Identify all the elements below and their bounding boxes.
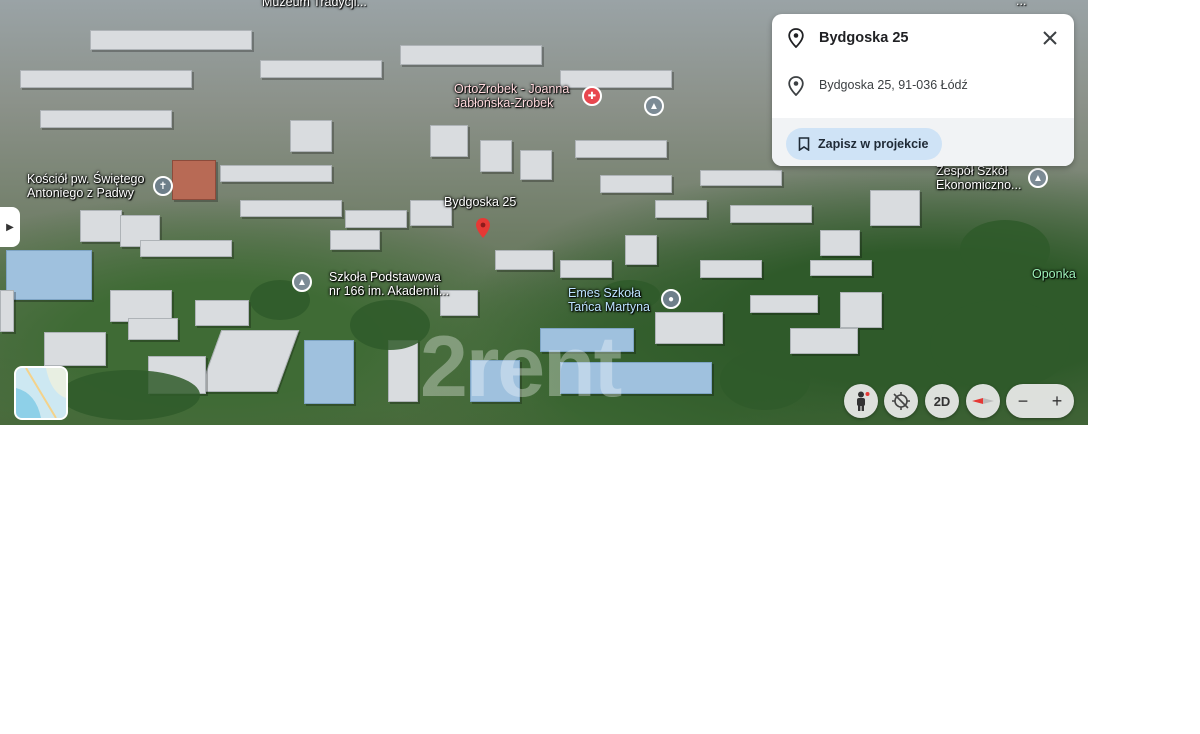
map-building	[140, 240, 232, 257]
card-title-row: Bydgoska 25	[772, 14, 1074, 62]
map-building	[560, 70, 672, 88]
close-icon[interactable]	[1038, 26, 1062, 50]
view-2d-button[interactable]: 2D	[925, 384, 959, 418]
place-info-card: Bydgoska 25 Bydgoska 25, 91-036 Łódź Zap…	[772, 14, 1074, 166]
side-panel-toggle[interactable]: ▶	[0, 207, 20, 247]
map-label-ortodent-line1: OrtoZrobek - Joanna	[454, 82, 570, 96]
map-label-dance-line1: Emes Szkoła	[568, 286, 641, 300]
map-building	[304, 340, 354, 404]
save-to-project-label: Zapisz w projekcie	[818, 137, 929, 151]
map-trees	[350, 300, 430, 350]
church-icon[interactable]: ✝	[153, 176, 173, 196]
card-footer: Zapisz w projekcie	[772, 118, 1074, 166]
map-building	[290, 120, 332, 152]
map-building	[810, 260, 872, 276]
map-building	[400, 45, 542, 65]
map-building	[330, 230, 380, 250]
map-trees	[720, 350, 810, 410]
map-layer-switcher[interactable]	[14, 366, 68, 420]
street-view-button[interactable]	[844, 384, 878, 418]
pegman-icon	[857, 391, 870, 411]
school-icon[interactable]: ▲	[1028, 168, 1048, 188]
map-building	[700, 170, 782, 186]
zoom-in-button[interactable]: +	[1040, 391, 1074, 412]
compass-icon	[972, 398, 994, 404]
map-building	[575, 140, 667, 158]
map-building	[730, 205, 812, 223]
compass-button[interactable]	[966, 384, 1000, 418]
map-label-ortodent-line2: Jabłońska-Zrobek	[454, 96, 554, 110]
map-trees	[930, 300, 1070, 390]
map-label-ortodent[interactable]: OrtoZrobek - Joanna Jabłońska-Zrobek	[454, 82, 569, 110]
school-icon[interactable]: ▲	[292, 272, 312, 292]
map-building	[40, 110, 172, 128]
card-address: Bydgoska 25, 91-036 Łódź	[819, 78, 968, 92]
map-label-top-right[interactable]: ...	[1016, 0, 1026, 8]
map-building	[560, 260, 612, 278]
selected-place-pin-icon[interactable]	[476, 218, 490, 238]
map-building	[260, 60, 382, 78]
map-building	[198, 330, 300, 392]
map-label-church[interactable]: Kościół pw. Świętego Antoniego z Padwy	[27, 172, 144, 200]
map-building	[90, 30, 252, 50]
map-building	[495, 250, 553, 270]
watermark-logo: 2rent	[420, 319, 622, 415]
map-label-school-line2: nr 166 im. Akademii...	[329, 284, 450, 298]
tilt-view-button[interactable]	[884, 384, 918, 418]
map-label-oponka[interactable]: Oponka	[1032, 267, 1076, 281]
place-icon[interactable]: ●	[661, 289, 681, 309]
map-building	[6, 250, 92, 300]
map-building	[0, 290, 14, 332]
card-title: Bydgoska 25	[819, 30, 909, 46]
map-building	[750, 295, 818, 313]
map-building	[700, 260, 762, 278]
map-label-church-line1: Kościół pw. Świętego	[27, 172, 145, 186]
map-building	[790, 328, 858, 354]
school-icon[interactable]: ▲	[644, 96, 664, 116]
map-building	[240, 200, 342, 217]
map-building	[655, 200, 707, 218]
location-off-icon	[892, 392, 910, 410]
map-building	[220, 165, 332, 182]
map-building	[345, 210, 407, 228]
bookmark-icon	[798, 137, 810, 151]
church-building	[172, 160, 216, 200]
zoom-out-button[interactable]: −	[1006, 391, 1040, 412]
map-building	[480, 140, 512, 172]
map-label-econ-line2: Ekonomiczno...	[936, 178, 1022, 192]
map-building	[80, 210, 122, 242]
chevron-right-icon: ▶	[6, 221, 14, 233]
map-building	[520, 150, 552, 180]
map-label-econ-line1: Zespół Szkół	[936, 164, 1008, 178]
map-label-museum[interactable]: Muzeum Tradycji...	[262, 0, 367, 9]
map-building	[820, 230, 860, 256]
map-building	[655, 312, 723, 344]
map-layer-icon	[16, 368, 66, 418]
map-building	[840, 292, 882, 328]
map-building	[600, 175, 672, 193]
map-building	[195, 300, 249, 326]
map-building	[625, 235, 657, 265]
map-building	[44, 332, 106, 366]
hospital-icon[interactable]: ✚	[582, 86, 602, 106]
map-label-dance-school[interactable]: Emes Szkoła Tańca Martyna	[568, 286, 650, 314]
location-pin-icon	[788, 28, 804, 48]
zoom-control: − +	[1006, 384, 1074, 418]
map-building	[128, 318, 178, 340]
map-building	[20, 70, 192, 88]
map-label-econ-school[interactable]: Zespół Szkół Ekonomiczno...	[936, 164, 1021, 192]
map-building	[430, 125, 468, 157]
map-label-school[interactable]: Szkoła Podstawowa nr 166 im. Akademii...	[329, 270, 449, 298]
map-label-church-line2: Antoniego z Padwy	[27, 186, 135, 200]
map-building	[870, 190, 920, 226]
map-label-selected-place[interactable]: Bydgoska 25	[444, 195, 516, 209]
location-pin-icon	[788, 76, 804, 96]
map-label-dance-line2: Tańca Martyna	[568, 300, 650, 314]
save-to-project-button[interactable]: Zapisz w projekcie	[786, 128, 943, 160]
map-label-school-line1: Szkoła Podstawowa	[329, 270, 441, 284]
map-trees	[60, 370, 200, 420]
